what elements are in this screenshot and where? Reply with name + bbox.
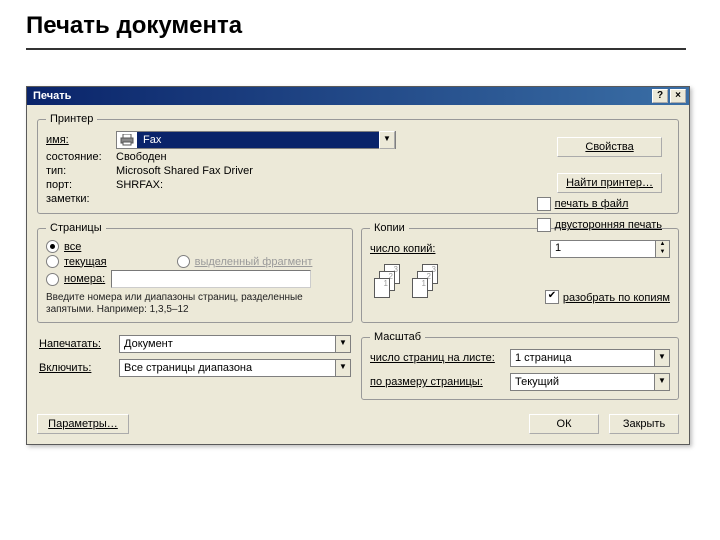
page-title: Печать документа: [0, 0, 720, 44]
scale-group: Масштаб число страниц на листе: 1 страни…: [361, 331, 679, 400]
help-button[interactable]: ?: [652, 89, 668, 103]
copies-count-value: 1: [551, 241, 655, 257]
printer-legend: Принтер: [46, 113, 97, 125]
state-value: Свободен: [116, 151, 167, 163]
type-value: Microsoft Shared Fax Driver: [116, 165, 253, 177]
copies-legend: Копии: [370, 222, 409, 234]
titlebar: Печать ? ×: [27, 87, 689, 105]
type-label: тип:: [46, 165, 116, 177]
chevron-down-icon: ▼: [335, 360, 350, 376]
notes-label: заметки:: [46, 193, 116, 205]
find-printer-button[interactable]: Найти принтер…: [557, 173, 662, 193]
pps-combo[interactable]: 1 страница▼: [510, 349, 670, 367]
copies-count-spinner[interactable]: 1 ▲▼: [550, 240, 670, 258]
pages-numbers-label: номера:: [64, 273, 105, 285]
pages-numbers-input[interactable]: [111, 270, 311, 288]
close-button[interactable]: ×: [670, 89, 686, 103]
ok-button[interactable]: ОК: [529, 414, 599, 434]
pages-selection-label: выделенный фрагмент: [195, 256, 313, 268]
copies-group: Копии число копий: 1 ▲▼ 3 2 1: [361, 222, 679, 323]
printer-group: Принтер имя: Fax ▼ состояние:Свободен ти…: [37, 113, 679, 214]
pages-all-label: все: [64, 241, 81, 253]
chevron-down-icon: ▼: [379, 131, 395, 149]
chevron-down-icon: ▼: [654, 374, 669, 390]
pages-legend: Страницы: [46, 222, 106, 234]
collate-preview-icon: 3 2 1: [408, 264, 446, 304]
pages-numbers-radio[interactable]: [46, 273, 59, 286]
divider: [26, 48, 686, 50]
print-dialog: Печать ? × Принтер имя: Fax ▼ состояние:…: [26, 86, 690, 445]
duplex-checkbox[interactable]: [537, 218, 551, 232]
close-dialog-button[interactable]: Закрыть: [609, 414, 679, 434]
printer-name-combo[interactable]: Fax ▼: [116, 131, 396, 149]
spin-down-icon[interactable]: ▼: [655, 249, 669, 257]
name-label: имя:: [46, 134, 116, 146]
pps-label: число страниц на листе:: [370, 352, 510, 364]
port-label: порт:: [46, 179, 116, 191]
port-value: SHRFAX:: [116, 179, 163, 191]
pages-selection-radio: [177, 255, 190, 268]
state-label: состояние:: [46, 151, 116, 163]
fit-combo[interactable]: Текущий▼: [510, 373, 670, 391]
to-file-checkbox[interactable]: [537, 197, 551, 211]
duplex-label: двусторонняя печать: [555, 219, 662, 231]
chevron-down-icon: ▼: [335, 336, 350, 352]
include-label: Включить:: [39, 362, 119, 374]
dialog-title: Печать: [33, 90, 71, 102]
chevron-down-icon: ▼: [654, 350, 669, 366]
collate-preview-icon: 3 2 1: [370, 264, 408, 304]
pages-all-radio[interactable]: [46, 240, 59, 253]
pages-group: Страницы все текущая выделенный фрагмент…: [37, 222, 353, 323]
print-what-combo[interactable]: Документ▼: [119, 335, 351, 353]
properties-button[interactable]: Свойства: [557, 137, 662, 157]
pages-current-label: текущая: [64, 256, 107, 268]
print-what-label: Напечатать:: [39, 338, 119, 350]
options-button[interactable]: Параметры…: [37, 414, 129, 434]
include-combo[interactable]: Все страницы диапазона▼: [119, 359, 351, 377]
scale-legend: Масштаб: [370, 331, 425, 343]
to-file-label: печать в файл: [555, 198, 629, 210]
pages-hint: Введите номера или диапазоны страниц, ра…: [46, 292, 344, 316]
copies-count-label: число копий:: [370, 243, 460, 255]
spin-up-icon[interactable]: ▲: [655, 241, 669, 249]
printer-name-value: Fax: [141, 134, 379, 146]
printer-icon: [117, 132, 137, 148]
fit-label: по размеру страницы:: [370, 376, 510, 388]
collate-checkbox[interactable]: ✔: [545, 290, 559, 304]
pages-current-radio[interactable]: [46, 255, 59, 268]
collate-label: разобрать по копиям: [563, 292, 670, 304]
